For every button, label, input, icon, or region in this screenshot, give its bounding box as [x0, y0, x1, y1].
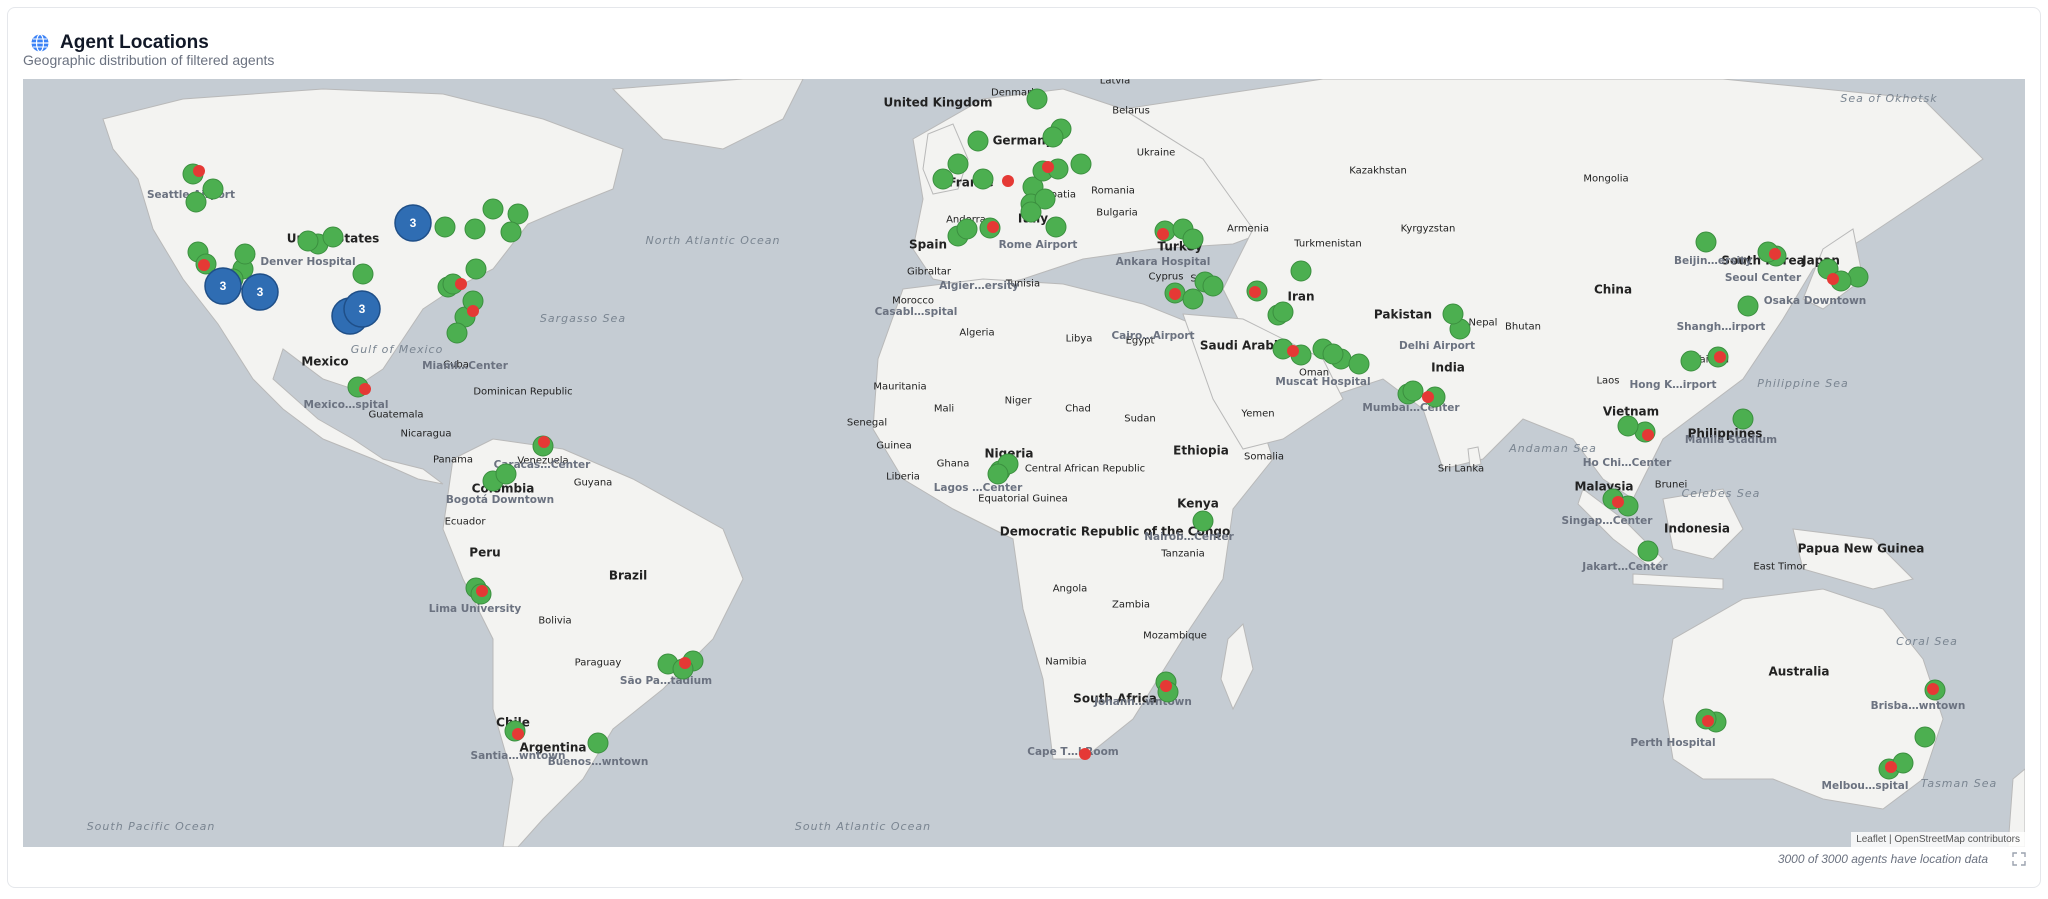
agent-marker[interactable] — [1348, 353, 1370, 375]
cluster-count: 3 — [359, 302, 366, 316]
agent-marker[interactable] — [1617, 415, 1639, 437]
card-title: Agent Locations — [60, 32, 209, 53]
map-attribution: Leaflet | OpenStreetMap contributors — [1851, 832, 2025, 847]
card-header: Agent Locations — [30, 32, 209, 54]
cluster-marker[interactable]: 3 — [343, 290, 381, 328]
agent-marker[interactable] — [482, 198, 504, 220]
agent-marker-alert[interactable] — [1002, 175, 1014, 187]
agent-marker[interactable] — [1637, 540, 1659, 562]
agent-marker-alert[interactable] — [1249, 286, 1261, 298]
cluster-marker[interactable]: 3 — [241, 273, 279, 311]
agent-marker-alert[interactable] — [1885, 761, 1897, 773]
agent-marker-alert[interactable] — [1157, 228, 1169, 240]
agent-marker-alert[interactable] — [1287, 345, 1299, 357]
agent-marker[interactable] — [1070, 153, 1092, 175]
agent-marker-alert[interactable] — [1422, 391, 1434, 403]
agent-marker[interactable] — [1290, 260, 1312, 282]
agent-marker[interactable] — [1192, 510, 1214, 532]
cluster-count: 3 — [410, 216, 417, 230]
agent-markers-layer[interactable]: 33333 — [23, 79, 2025, 847]
location-status-text: 3000 of 3000 agents have location data — [1777, 852, 1988, 866]
agent-marker[interactable] — [507, 203, 529, 225]
agent-marker-alert[interactable] — [359, 383, 371, 395]
globe-icon — [31, 33, 49, 53]
agent-marker[interactable] — [1695, 231, 1717, 253]
agent-marker[interactable] — [185, 191, 207, 213]
agent-marker[interactable] — [495, 463, 517, 485]
agent-map[interactable]: United KingdomGermanyFranceSpainItalyCro… — [23, 79, 2025, 847]
agent-marker-alert[interactable] — [679, 657, 691, 669]
agent-marker[interactable] — [987, 463, 1009, 485]
agent-marker[interactable] — [932, 168, 954, 190]
fullscreen-icon[interactable] — [2012, 852, 2026, 866]
agent-marker-alert[interactable] — [193, 165, 205, 177]
agent-marker[interactable] — [1202, 275, 1224, 297]
agent-marker[interactable] — [1680, 350, 1702, 372]
agent-marker[interactable] — [465, 258, 487, 280]
agent-marker[interactable] — [1442, 303, 1464, 325]
agent-marker[interactable] — [956, 218, 978, 240]
agent-marker-alert[interactable] — [1612, 496, 1624, 508]
agent-marker-alert[interactable] — [1927, 683, 1939, 695]
agent-marker-alert[interactable] — [1769, 248, 1781, 260]
cluster-marker[interactable]: 3 — [394, 204, 432, 242]
agent-marker[interactable] — [234, 243, 256, 265]
agent-marker[interactable] — [1914, 726, 1936, 748]
agent-marker[interactable] — [297, 230, 319, 252]
agent-marker[interactable] — [1402, 380, 1424, 402]
agent-marker[interactable] — [1272, 301, 1294, 323]
agent-marker[interactable] — [464, 218, 486, 240]
card-subtitle: Geographic distribution of filtered agen… — [23, 52, 275, 68]
agent-marker[interactable] — [972, 168, 994, 190]
agent-marker-alert[interactable] — [1042, 161, 1054, 173]
agent-marker-alert[interactable] — [1169, 288, 1181, 300]
agent-marker[interactable] — [500, 221, 522, 243]
agent-marker[interactable] — [1020, 201, 1042, 223]
agent-marker[interactable] — [1322, 343, 1344, 365]
agent-marker-alert[interactable] — [512, 728, 524, 740]
agent-marker-alert[interactable] — [1642, 429, 1654, 441]
agent-marker[interactable] — [947, 153, 969, 175]
agent-marker-alert[interactable] — [455, 278, 467, 290]
agent-marker[interactable] — [1182, 288, 1204, 310]
agent-marker[interactable] — [1045, 216, 1067, 238]
agent-marker-alert[interactable] — [1702, 715, 1714, 727]
cluster-count: 3 — [220, 279, 227, 293]
agent-marker-alert[interactable] — [1160, 680, 1172, 692]
agent-marker-alert[interactable] — [1714, 351, 1726, 363]
agent-marker[interactable] — [202, 178, 224, 200]
agent-marker[interactable] — [434, 216, 456, 238]
agent-marker[interactable] — [1732, 408, 1754, 430]
agent-marker-alert[interactable] — [538, 436, 550, 448]
agent-marker-alert[interactable] — [1827, 273, 1839, 285]
agent-marker-alert[interactable] — [198, 259, 210, 271]
cluster-marker[interactable]: 3 — [204, 267, 242, 305]
osm-link[interactable]: OpenStreetMap contributors — [1894, 834, 2020, 845]
agent-marker[interactable] — [1026, 88, 1048, 110]
agent-marker[interactable] — [587, 732, 609, 754]
agent-marker-alert[interactable] — [987, 221, 999, 233]
agent-marker[interactable] — [1737, 295, 1759, 317]
cluster-count: 3 — [257, 285, 264, 299]
agent-marker[interactable] — [1042, 126, 1064, 148]
agent-marker[interactable] — [352, 263, 374, 285]
agent-marker[interactable] — [322, 226, 344, 248]
agent-marker-alert[interactable] — [467, 305, 479, 317]
agent-marker[interactable] — [1182, 228, 1204, 250]
agent-marker[interactable] — [967, 130, 989, 152]
leaflet-link[interactable]: Leaflet — [1856, 834, 1886, 845]
agent-marker-alert[interactable] — [1079, 748, 1091, 760]
agent-marker-alert[interactable] — [476, 585, 488, 597]
agent-marker[interactable] — [446, 322, 468, 344]
